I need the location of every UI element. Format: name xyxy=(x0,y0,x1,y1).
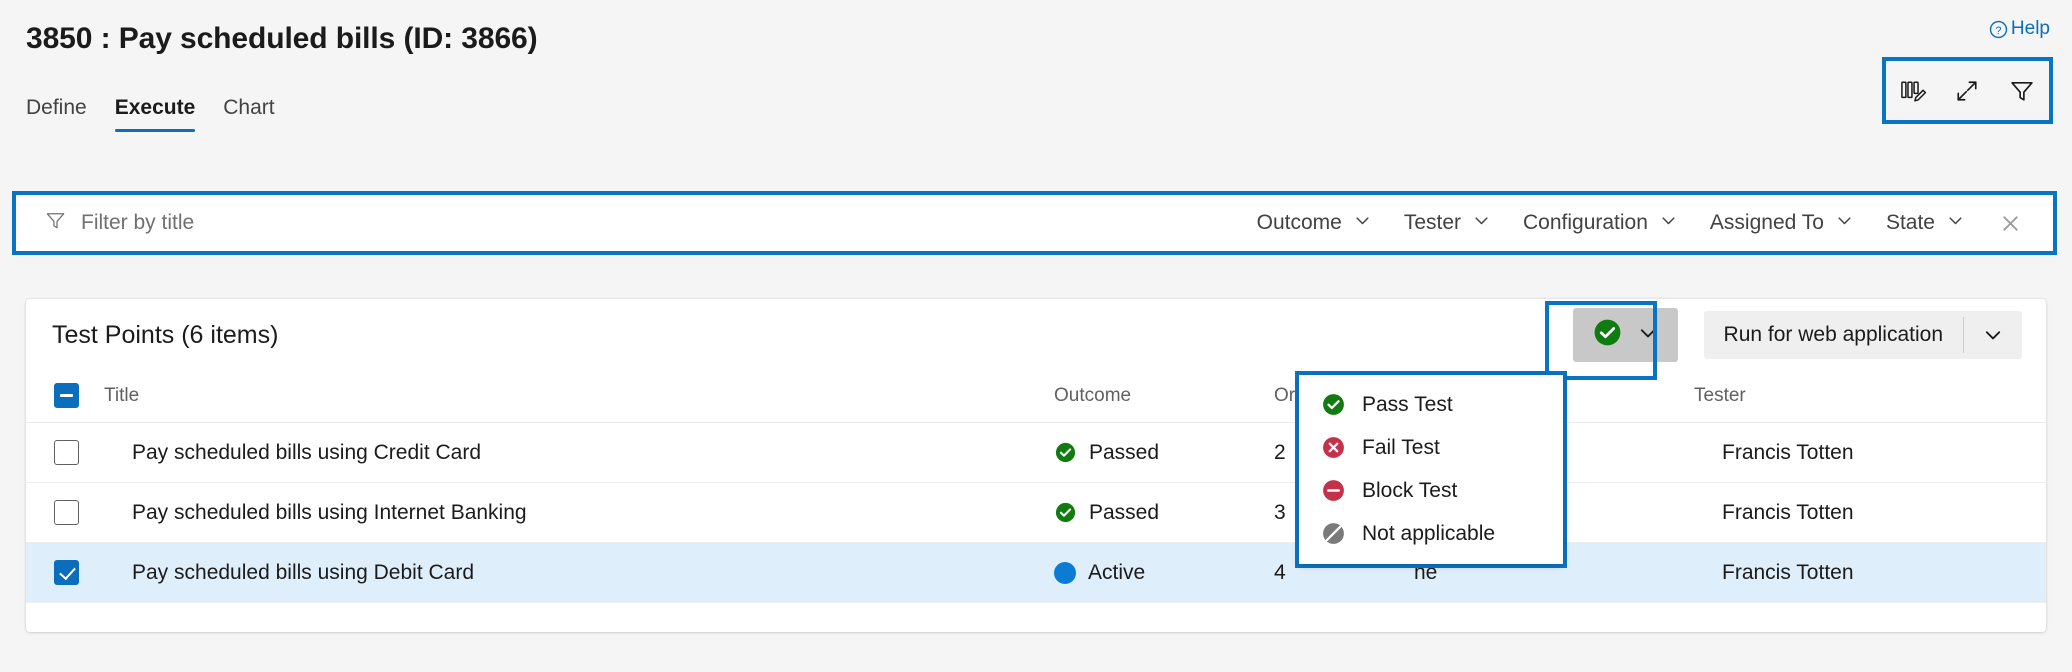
row-tester: Francis Totten xyxy=(1694,561,1854,584)
row-select-cell xyxy=(26,423,104,483)
outcome-dropdown-menu: Pass Test Fail Test Block Test xyxy=(1299,375,1563,564)
svg-text:?: ? xyxy=(1995,24,2001,36)
cell-tester: Francis Totten xyxy=(1694,483,2046,543)
chevron-down-icon xyxy=(1472,211,1491,236)
filter-assigned-to[interactable]: Assigned To xyxy=(1694,205,1870,242)
cell-title: Pay scheduled bills using Debit Card xyxy=(104,543,1054,603)
menu-item-fail-test[interactable]: Fail Test xyxy=(1299,426,1563,469)
filter-pill-group: Outcome Tester Configuration Assigned To xyxy=(1241,202,2053,244)
filter-tester[interactable]: Tester xyxy=(1388,205,1507,242)
cell-tester: Francis Totten xyxy=(1694,423,2046,483)
row-checkbox[interactable] xyxy=(54,440,79,465)
select-all-header xyxy=(26,371,104,423)
pass-outcome-icon xyxy=(1592,317,1623,353)
not-applicable-circle-icon xyxy=(1321,521,1346,546)
row-outcome: Passed xyxy=(1089,501,1159,525)
row-title: Pay scheduled bills using Debit Card xyxy=(104,561,474,584)
tab-list: Define Execute Chart xyxy=(26,96,275,132)
table-row[interactable]: Pay scheduled bills using Credit Card Pa… xyxy=(26,423,2046,483)
filter-bar: Filter by title Outcome Tester Configura… xyxy=(16,195,2053,251)
select-all-checkbox[interactable] xyxy=(54,383,79,408)
table-row[interactable]: Pay scheduled bills using Debit Card Act… xyxy=(26,543,2046,603)
filter-state[interactable]: State xyxy=(1870,205,1981,242)
filter-configuration-label: Configuration xyxy=(1523,211,1648,235)
card-title: Test Points (6 items) xyxy=(52,321,278,350)
test-plan-execute-page: 3850 : Pay scheduled bills (ID: 3866) ? … xyxy=(0,0,2072,672)
full-screen-icon[interactable] xyxy=(1947,71,1987,111)
run-button-label: Run for web application xyxy=(1704,311,1963,359)
menu-item-pass-test[interactable]: Pass Test xyxy=(1299,383,1563,426)
row-title: Pay scheduled bills using Credit Card xyxy=(104,441,481,464)
menu-item-not-applicable[interactable]: Not applicable xyxy=(1299,512,1563,555)
view-toolbar xyxy=(1886,61,2049,120)
column-options-icon[interactable] xyxy=(1893,71,1933,111)
row-select-cell xyxy=(26,483,104,543)
row-select-cell xyxy=(26,543,104,603)
question-circle-icon: ? xyxy=(1989,20,2008,39)
help-link[interactable]: ? Help xyxy=(1989,18,2050,40)
close-icon[interactable] xyxy=(1989,202,2031,244)
search-input[interactable]: Filter by title xyxy=(16,209,1241,237)
pass-circle-icon xyxy=(1321,392,1346,417)
test-points-table: Title Outcome Order Tester Pay scheduled… xyxy=(26,371,2046,603)
menu-item-label: Block Test xyxy=(1362,479,1457,503)
menu-item-label: Not applicable xyxy=(1362,522,1495,546)
card-actions: Run for web application xyxy=(1573,299,2022,371)
tab-define[interactable]: Define xyxy=(26,96,87,132)
chevron-down-icon xyxy=(1353,211,1372,236)
pass-circle-icon xyxy=(1054,441,1077,464)
cell-outcome: Active xyxy=(1054,543,1274,603)
block-circle-icon xyxy=(1321,478,1346,503)
pass-circle-icon xyxy=(1054,501,1077,524)
row-tester: Francis Totten xyxy=(1694,441,1854,464)
page-title: 3850 : Pay scheduled bills (ID: 3866) xyxy=(26,22,538,56)
filter-outcome-label: Outcome xyxy=(1257,211,1342,235)
chevron-down-icon xyxy=(1835,211,1854,236)
menu-item-block-test[interactable]: Block Test xyxy=(1299,469,1563,512)
filter-outcome[interactable]: Outcome xyxy=(1241,205,1388,242)
chevron-down-icon xyxy=(1637,322,1659,349)
cell-tester: Francis Totten xyxy=(1694,543,2046,603)
row-checkbox[interactable] xyxy=(54,560,79,585)
filter-tester-label: Tester xyxy=(1404,211,1461,235)
test-points-card: Test Points (6 items) Run for web applic… xyxy=(26,299,2046,632)
active-dot-icon xyxy=(1054,562,1076,584)
column-header-title[interactable]: Title xyxy=(104,371,1054,423)
filter-assigned-to-label: Assigned To xyxy=(1710,211,1824,235)
search-input-placeholder: Filter by title xyxy=(81,211,194,235)
cell-title: Pay scheduled bills using Credit Card xyxy=(104,423,1054,483)
chevron-down-icon xyxy=(1659,211,1678,236)
set-outcome-split-button[interactable] xyxy=(1573,308,1678,362)
filter-configuration[interactable]: Configuration xyxy=(1507,205,1694,242)
row-title: Pay scheduled bills using Internet Banki… xyxy=(104,501,527,524)
filter-state-label: State xyxy=(1886,211,1935,235)
chevron-down-icon[interactable] xyxy=(1964,311,2022,359)
row-checkbox[interactable] xyxy=(54,500,79,525)
card-header: Test Points (6 items) Run for web applic… xyxy=(26,299,2046,371)
column-header-tester[interactable]: Tester xyxy=(1694,371,2046,423)
row-outcome: Passed xyxy=(1089,441,1159,465)
cell-outcome: Passed xyxy=(1054,483,1274,543)
table-header-row: Title Outcome Order Tester xyxy=(26,371,2046,423)
fail-circle-icon xyxy=(1321,435,1346,460)
menu-item-label: Fail Test xyxy=(1362,436,1440,460)
run-for-web-application-button[interactable]: Run for web application xyxy=(1704,311,2022,359)
menu-item-label: Pass Test xyxy=(1362,393,1453,417)
cell-title: Pay scheduled bills using Internet Banki… xyxy=(104,483,1054,543)
chevron-down-icon xyxy=(1946,211,1965,236)
tab-chart[interactable]: Chart xyxy=(223,96,274,132)
filter-icon[interactable] xyxy=(2002,71,2042,111)
table-row[interactable]: Pay scheduled bills using Internet Banki… xyxy=(26,483,2046,543)
column-header-outcome[interactable]: Outcome xyxy=(1054,371,1274,423)
cell-outcome: Passed xyxy=(1054,423,1274,483)
filter-icon xyxy=(44,209,67,237)
tab-execute[interactable]: Execute xyxy=(115,96,196,132)
row-tester: Francis Totten xyxy=(1694,501,1854,524)
help-label: Help xyxy=(2011,18,2050,40)
row-outcome: Active xyxy=(1088,561,1145,585)
